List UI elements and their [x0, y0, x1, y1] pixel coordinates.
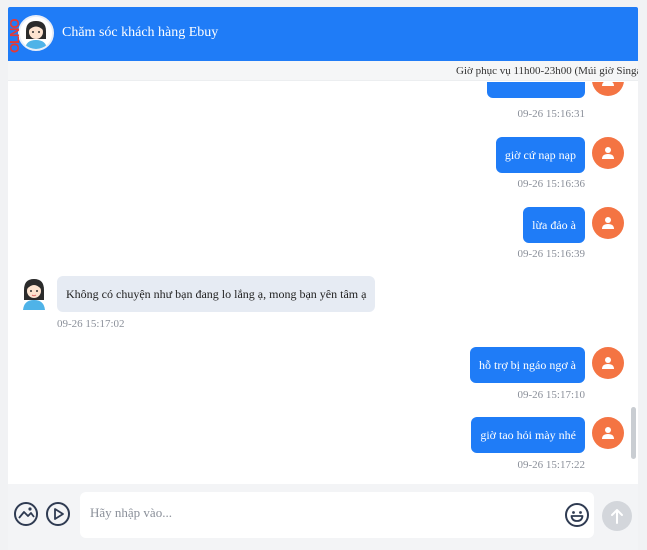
user-icon [602, 427, 614, 439]
user-message-bubble: lừa đảo à [523, 207, 585, 243]
user-avatar [592, 207, 624, 239]
service-hours-bar: Giờ phục vụ 11h00-23h00 (Múi giờ Singa [8, 61, 638, 81]
user-message-bubble: hỗ trợ bị ngáo ngơ à [469, 347, 585, 383]
user-avatar [592, 82, 624, 96]
video-icon[interactable] [45, 501, 71, 527]
message-time: 09-26 15:16:31 [517, 108, 585, 120]
emoji-icon[interactable] [564, 502, 590, 528]
user-avatar [592, 417, 624, 449]
message-time: 09-26 15:16:36 [517, 178, 585, 190]
user-icon [602, 82, 614, 86]
image-icon[interactable] [13, 501, 39, 527]
user-avatar [592, 347, 624, 379]
send-button[interactable] [602, 501, 632, 531]
user-icon [602, 217, 614, 229]
agent-avatar [18, 15, 54, 51]
message-time: 09-26 15:17:02 [57, 318, 125, 330]
scrollbar-thumb[interactable] [631, 407, 636, 459]
message-time: 09-26 15:16:39 [517, 248, 585, 260]
message-time: 09-26 15:17:10 [517, 389, 585, 401]
agent-message-bubble: Không có chuyện như bạn đang lo lắng ạ, … [57, 276, 376, 312]
user-avatar [592, 137, 624, 169]
service-hours-text: Giờ phục vụ 11h00-23h00 (Múi giờ Singa [456, 65, 638, 77]
chat-title: Chăm sóc khách hàng Ebuy [62, 25, 219, 40]
user-message-bubble [487, 82, 585, 98]
corner-badge: OLNO [8, 19, 22, 53]
user-message-bubble: giờ tao hỏi mày nhé [471, 417, 585, 453]
message-list[interactable]: 09-26 15:16:31 giờ cứ nạp nạp 09-26 15:1… [8, 82, 638, 484]
chat-header: Chăm sóc khách hàng Ebuy [8, 7, 638, 61]
message-input[interactable] [90, 505, 550, 521]
message-input-box[interactable] [80, 492, 594, 538]
chat-window: Chăm sóc khách hàng Ebuy OLNO Giờ phục v… [8, 7, 638, 550]
user-icon [602, 357, 614, 369]
send-icon [611, 509, 623, 524]
user-icon [602, 147, 614, 159]
user-message-bubble: giờ cứ nạp nạp [495, 137, 585, 173]
composer-bar [8, 484, 638, 550]
message-time: 09-26 15:17:22 [517, 459, 585, 471]
agent-avatar [18, 276, 50, 310]
